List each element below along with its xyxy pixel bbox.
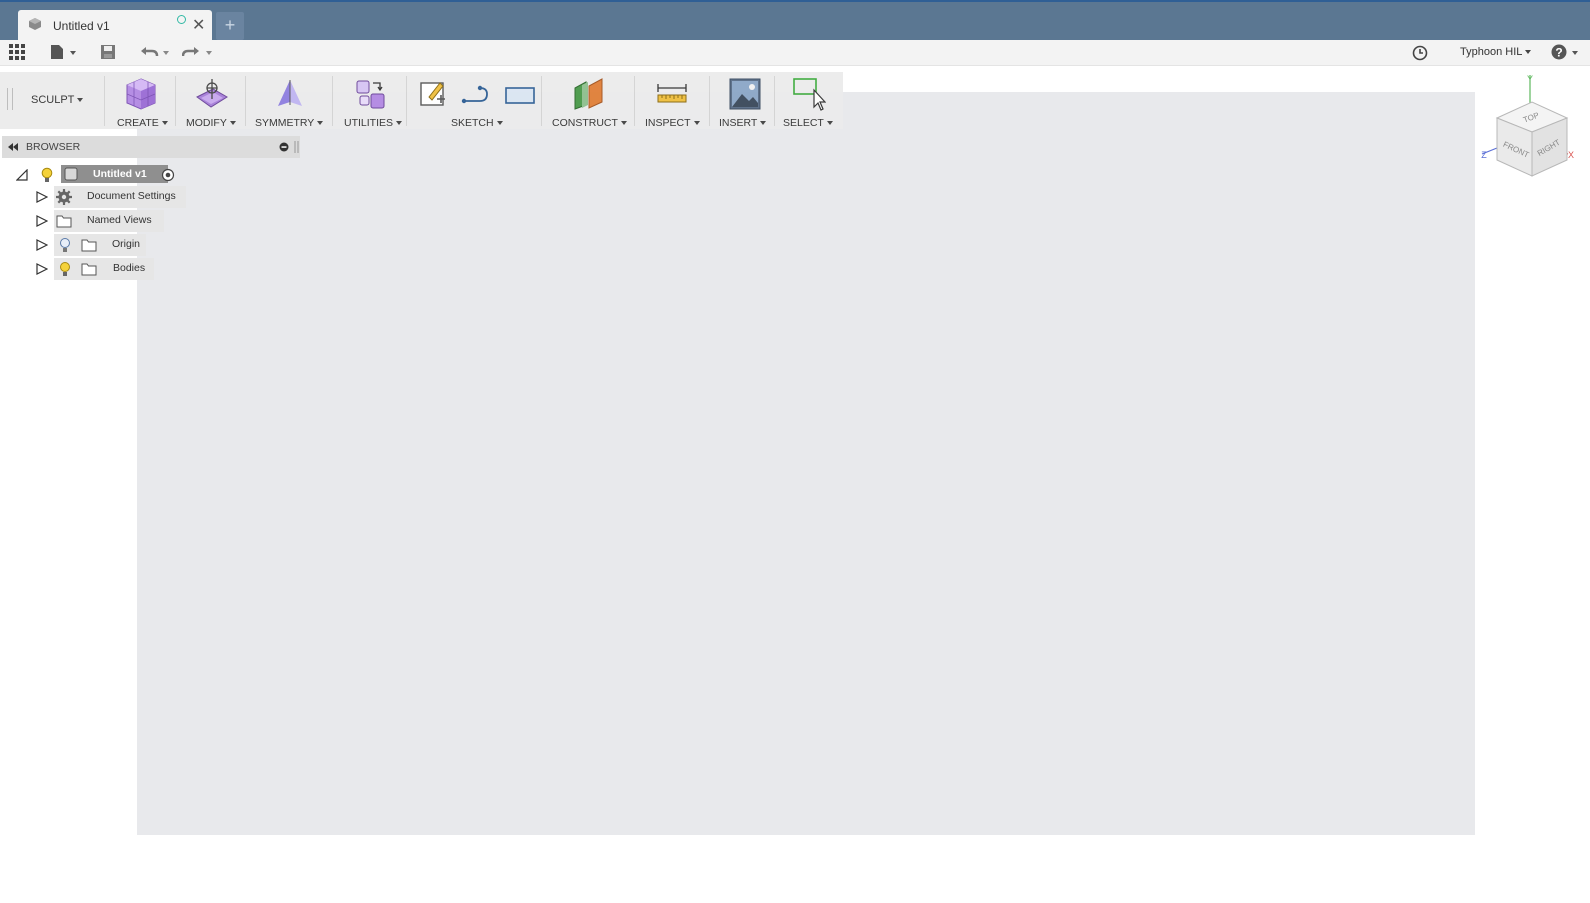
modify-label: MODIFY (186, 117, 227, 129)
gear-icon (56, 189, 72, 205)
browser-item-origin[interactable]: Origin (34, 234, 154, 256)
file-menu-icon[interactable] (50, 44, 78, 60)
toolbar-grip[interactable] (7, 88, 13, 110)
browser-item-named-views[interactable]: Named Views (34, 210, 174, 232)
create-label: CREATE (117, 117, 159, 129)
design-canvas[interactable] (137, 92, 1475, 835)
toolbar-separator (406, 76, 407, 126)
measure-icon[interactable] (655, 77, 689, 111)
axis-x-label: X (1568, 150, 1574, 160)
bodies-label: Bodies (113, 262, 146, 274)
toolbar-separator (774, 76, 775, 126)
collapse-triangle-icon[interactable] (16, 169, 28, 181)
undo-icon[interactable] (140, 44, 172, 60)
activate-radio-icon[interactable] (161, 168, 175, 182)
utilities-label: UTILITIES (344, 117, 394, 129)
sync-status-icon (177, 15, 186, 24)
apps-grid-icon[interactable] (9, 44, 26, 61)
construct-menu[interactable]: CONSTRUCT (552, 117, 627, 129)
svg-text:?: ? (1555, 46, 1562, 60)
create-box-icon[interactable] (124, 77, 158, 111)
ribbon-toolbar: SCULPT CREATE MODIFY SYMMETRY UTILITIES (0, 72, 843, 129)
folder-icon (81, 239, 97, 252)
quick-access-toolbar: Typhoon HIL ? (0, 40, 1590, 66)
sketch-rectangle-icon[interactable] (503, 77, 537, 111)
select-menu[interactable]: SELECT (783, 117, 833, 129)
browser-header: BROWSER (2, 136, 300, 158)
symmetry-label: SYMMETRY (255, 117, 315, 129)
toolbar-separator (104, 76, 105, 126)
visibility-bulb-off-icon[interactable] (59, 237, 71, 253)
title-bar: Untitled v1 ✕ + (0, 0, 1590, 42)
toolbar-separator (634, 76, 635, 126)
folder-icon (81, 263, 97, 276)
workspace-label: SCULPT (31, 94, 75, 106)
browser-item-bodies[interactable]: Bodies (34, 258, 159, 280)
browser-root-row[interactable]: Untitled v1 (14, 164, 194, 186)
close-tab-button[interactable]: ✕ (192, 15, 205, 35)
visibility-bulb-icon[interactable] (41, 167, 53, 183)
expand-triangle-icon[interactable] (36, 191, 48, 203)
inspect-label: INSPECT (645, 117, 691, 129)
root-component-label: Untitled v1 (93, 168, 147, 180)
construct-label: CONSTRUCT (552, 117, 618, 129)
document-settings-label: Document Settings (87, 190, 176, 202)
insert-menu[interactable]: INSERT (719, 117, 767, 129)
toolbar-separator (709, 76, 710, 126)
help-icon[interactable]: ? (1551, 44, 1581, 61)
named-views-label: Named Views (87, 214, 152, 226)
minimize-browser-icon[interactable] (279, 142, 289, 152)
sketch-line-icon[interactable] (460, 77, 494, 111)
expand-triangle-icon[interactable] (36, 263, 48, 275)
expand-triangle-icon[interactable] (36, 239, 48, 251)
insert-label: INSERT (719, 117, 758, 129)
visibility-bulb-icon[interactable] (59, 261, 71, 277)
utilities-menu[interactable]: UTILITIES (344, 117, 403, 129)
create-menu[interactable]: CREATE (117, 117, 168, 129)
root-component-box: Untitled v1 (61, 165, 168, 183)
select-label: SELECT (783, 117, 824, 129)
inspect-menu[interactable]: INSPECT (645, 117, 700, 129)
save-icon[interactable] (100, 44, 116, 60)
document-tab[interactable]: Untitled v1 ✕ (18, 10, 212, 42)
expand-triangle-icon[interactable] (36, 215, 48, 227)
user-name-label: Typhoon HIL (1460, 46, 1523, 58)
workspace-switcher[interactable]: SCULPT (31, 94, 84, 106)
toolbar-separator (541, 76, 542, 126)
symmetry-menu[interactable]: SYMMETRY (255, 117, 324, 129)
toolbar-separator (332, 76, 333, 126)
document-cube-icon (29, 18, 41, 30)
symmetry-icon[interactable] (275, 77, 305, 111)
utilities-icon[interactable] (354, 77, 388, 111)
modify-menu[interactable]: MODIFY (186, 117, 236, 129)
construct-plane-icon[interactable] (572, 77, 606, 111)
modify-icon[interactable] (195, 77, 229, 111)
collapse-browser-icon[interactable] (7, 142, 19, 152)
browser-item-document-settings[interactable]: Document Settings (34, 186, 194, 208)
user-account-menu[interactable]: Typhoon HIL (1460, 46, 1532, 58)
document-tab-title: Untitled v1 (53, 19, 110, 33)
select-icon[interactable] (792, 77, 826, 111)
axis-z-label: Z (1481, 150, 1487, 160)
toolbar-separator (245, 76, 246, 126)
origin-label: Origin (112, 238, 141, 250)
axis-y-label: Y (1527, 74, 1533, 84)
toolbar-separator (175, 76, 176, 126)
viewcube[interactable]: TOP FRONT RIGHT Y X Z (1477, 72, 1575, 182)
browser-title: BROWSER (26, 141, 81, 153)
insert-image-icon[interactable] (728, 77, 762, 111)
sketch-label: SKETCH (451, 117, 494, 129)
browser-resize-handle-icon[interactable] (294, 141, 299, 153)
redo-icon[interactable] (182, 44, 214, 60)
sketch-menu[interactable]: SKETCH (451, 117, 503, 129)
component-icon (64, 167, 78, 181)
create-sketch-icon[interactable] (418, 77, 448, 111)
folder-icon (56, 215, 72, 228)
job-status-clock-icon[interactable] (1412, 45, 1428, 61)
new-tab-button[interactable]: + (216, 12, 244, 40)
